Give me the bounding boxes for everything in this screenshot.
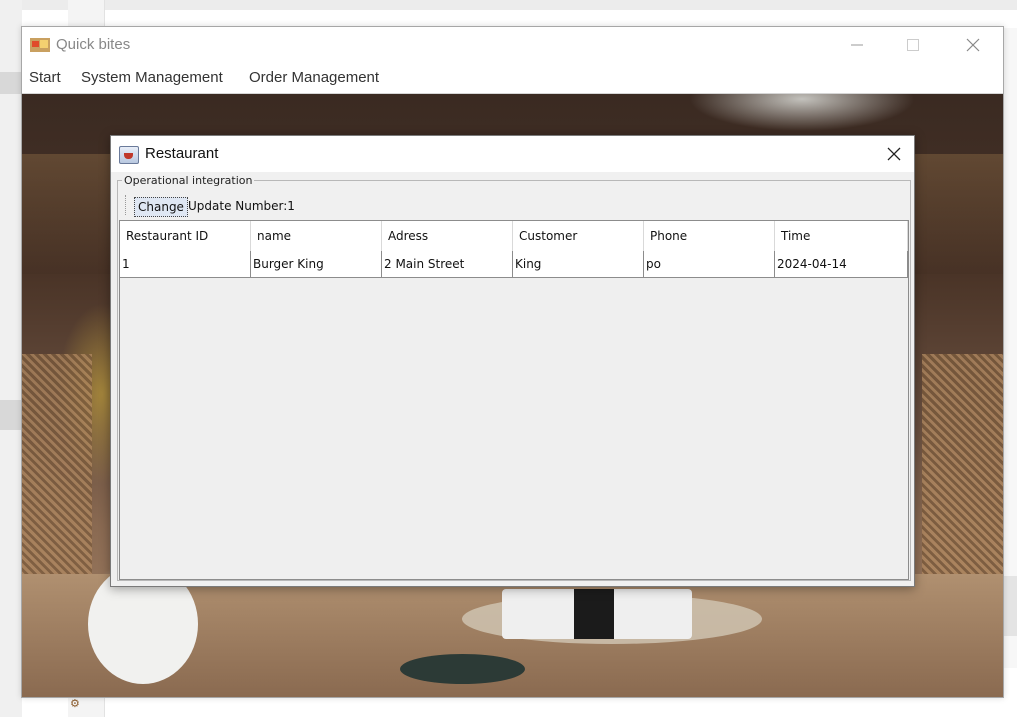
restaurant-dialog: Restaurant Operational integration Chang… [110, 135, 915, 587]
cell-restaurant-id[interactable]: 1 [120, 251, 251, 277]
main-title-bar: Quick bites [22, 27, 1003, 63]
menu-start[interactable]: Start [29, 69, 61, 86]
ide-toolbar [0, 0, 1017, 10]
close-icon [966, 38, 980, 52]
cell-name[interactable]: Burger King [251, 251, 382, 277]
cell-customer[interactable]: King [513, 251, 644, 277]
ide-status-icon: ⚙ [70, 697, 80, 710]
column-header-restaurant-id[interactable]: Restaurant ID [120, 221, 251, 251]
group-label: Operational integration [122, 174, 255, 187]
dialog-title-bar: Restaurant [111, 136, 914, 172]
restaurant-table[interactable]: Restaurant ID name Adress Customer Phone… [119, 220, 909, 580]
maximize-button[interactable] [893, 33, 933, 57]
column-header-name[interactable]: name [251, 221, 382, 251]
ide-right-panel [1003, 28, 1017, 668]
update-number-label: Update Number:1 [188, 199, 295, 213]
cell-adress[interactable]: 2 Main Street [382, 251, 513, 277]
column-header-phone[interactable]: Phone [644, 221, 775, 251]
cell-phone[interactable]: po [644, 251, 775, 277]
close-icon [887, 147, 901, 161]
maximize-icon [907, 39, 919, 51]
java-icon [119, 146, 139, 164]
column-header-adress[interactable]: Adress [382, 221, 513, 251]
table-row[interactable]: 1 Burger King 2 Main Street King po 2024… [120, 251, 908, 278]
cell-time[interactable]: 2024-04-14 [775, 251, 908, 277]
main-window-title: Quick bites [56, 36, 131, 53]
column-header-time[interactable]: Time [775, 221, 908, 251]
minimize-button[interactable] [837, 33, 877, 57]
close-button[interactable] [953, 33, 993, 57]
dialog-title: Restaurant [145, 145, 219, 162]
ide-left-panel [0, 0, 22, 717]
toolbar-grip[interactable] [125, 195, 128, 215]
table-header: Restaurant ID name Adress Customer Phone… [120, 221, 908, 252]
change-button[interactable]: Change [134, 197, 188, 217]
menu-system-management[interactable]: System Management [81, 69, 223, 86]
menu-order-management[interactable]: Order Management [249, 69, 379, 86]
column-header-customer[interactable]: Customer [513, 221, 644, 251]
operational-integration-group: Operational integration Change Update Nu… [117, 174, 911, 581]
menu-bar: Start System Management Order Management [22, 63, 1003, 94]
minimize-icon [851, 44, 863, 46]
dialog-close-button[interactable] [879, 142, 909, 166]
app-icon [30, 38, 50, 52]
